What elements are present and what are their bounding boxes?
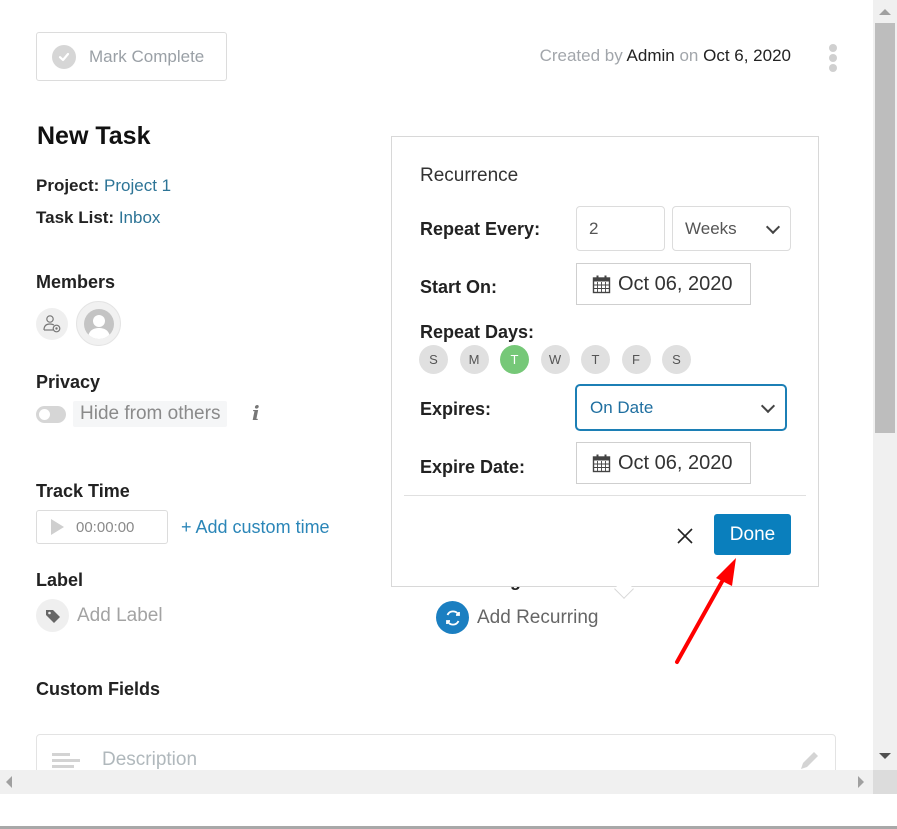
add-recurring-button[interactable]: Add Recurring — [436, 601, 598, 634]
expire-date-picker[interactable]: Oct 06, 2020 — [576, 442, 751, 484]
scrollbar-corner — [873, 770, 897, 794]
horizontal-scrollbar[interactable] — [0, 770, 873, 794]
start-date-picker[interactable]: Oct 06, 2020 — [576, 263, 751, 305]
add-user-icon — [43, 315, 61, 333]
track-time-heading: Track Time — [36, 481, 130, 501]
task-title[interactable]: New Task — [37, 122, 150, 151]
done-button[interactable]: Done — [714, 514, 791, 555]
close-icon[interactable] — [674, 525, 696, 547]
created-date: Oct 6, 2020 — [703, 46, 791, 65]
timer-button[interactable]: 00:00:00 — [36, 510, 168, 544]
expires-select[interactable]: On Date — [575, 384, 787, 431]
play-icon — [51, 519, 64, 535]
add-label-button[interactable] — [36, 599, 69, 632]
add-label-link[interactable]: Add Label — [77, 605, 163, 627]
expire-date-label: Expire Date: — [420, 457, 526, 477]
created-on-prefix: on — [679, 46, 699, 65]
member-avatar[interactable] — [76, 301, 121, 346]
popover-arrow — [614, 579, 634, 599]
recurrence-popover: Recurrence Repeat Every: 2 Weeks Start O… — [391, 136, 819, 599]
project-label: Project: — [36, 176, 100, 195]
repeat-unit-select[interactable]: Weeks — [672, 206, 791, 251]
label-heading: Label — [36, 570, 84, 590]
calendar-icon — [592, 454, 611, 472]
recurrence-title: Recurrence — [420, 165, 519, 186]
start-date-value: Oct 06, 2020 — [618, 272, 733, 295]
repeat-interval-input[interactable]: 2 — [576, 206, 665, 251]
custom-fields-heading: Custom Fields — [36, 679, 161, 699]
repeat-days-group: S M T W T F S — [419, 345, 703, 374]
vertical-scrollbar[interactable] — [873, 0, 897, 770]
privacy-heading: Privacy — [36, 372, 101, 392]
expires-label: Expires: — [420, 399, 492, 419]
day-toggle-friday[interactable]: F — [621, 345, 651, 374]
add-member-button[interactable] — [36, 308, 68, 340]
day-toggle-thursday[interactable]: T — [581, 345, 610, 374]
more-options-icon[interactable] — [828, 44, 838, 72]
project-link[interactable]: Project 1 — [104, 176, 171, 195]
pencil-icon[interactable] — [797, 749, 821, 770]
start-on-label: Start On: — [420, 277, 498, 297]
expires-value: On Date — [590, 397, 654, 417]
repeat-days-label: Repeat Days: — [420, 322, 535, 342]
vertical-scroll-thumb[interactable] — [875, 23, 895, 433]
members-heading: Members — [36, 272, 116, 292]
info-icon[interactable]: i — [252, 401, 260, 425]
day-toggle-saturday[interactable]: S — [662, 345, 691, 374]
text-align-icon — [52, 753, 80, 770]
description-field[interactable]: Description — [36, 734, 836, 770]
task-list-link[interactable]: Inbox — [119, 208, 161, 227]
created-info: Created by Admin on Oct 6, 2020 — [540, 46, 791, 66]
hide-from-others-label[interactable]: Hide from others — [73, 401, 228, 427]
mark-complete-label: Mark Complete — [89, 46, 205, 66]
annotation-arrow-icon — [675, 558, 736, 664]
task-list-row: Task List: Inbox — [36, 208, 160, 228]
chevron-down-icon — [760, 398, 776, 413]
repeat-unit-value: Weeks — [685, 218, 737, 238]
scroll-up-icon[interactable] — [879, 9, 891, 15]
day-toggle-monday[interactable]: M — [459, 345, 489, 374]
created-by-user: Admin — [626, 46, 675, 65]
created-by-prefix: Created by — [539, 46, 623, 65]
scroll-left-icon[interactable] — [6, 776, 12, 788]
chevron-down-icon — [765, 219, 781, 234]
refresh-icon — [436, 601, 469, 634]
scroll-right-icon[interactable] — [858, 776, 864, 788]
day-toggle-sunday[interactable]: S — [419, 345, 448, 374]
repeat-every-label: Repeat Every: — [420, 219, 541, 239]
calendar-icon — [592, 275, 611, 293]
mark-complete-button[interactable]: Mark Complete — [36, 32, 227, 81]
privacy-toggle[interactable] — [36, 406, 66, 423]
scroll-down-icon[interactable] — [879, 753, 891, 759]
add-custom-time-link[interactable]: + Add custom time — [181, 517, 330, 538]
day-toggle-wednesday[interactable]: W — [540, 345, 570, 374]
project-row: Project: Project 1 — [36, 176, 171, 196]
timer-value: 00:00:00 — [76, 518, 135, 536]
popover-divider — [404, 495, 806, 496]
add-recurring-label: Add Recurring — [477, 606, 599, 628]
repeat-interval-value: 2 — [589, 218, 599, 238]
task-detail-panel: Mark Complete Created by Admin on Oct 6,… — [0, 0, 873, 770]
user-silhouette-icon — [83, 308, 114, 339]
expire-date-value: Oct 06, 2020 — [618, 451, 733, 474]
tag-icon — [45, 609, 60, 623]
check-circle-icon — [52, 44, 76, 69]
task-list-label: Task List: — [36, 208, 115, 227]
description-placeholder: Description — [102, 749, 198, 770]
day-toggle-tuesday[interactable]: T — [500, 345, 529, 374]
